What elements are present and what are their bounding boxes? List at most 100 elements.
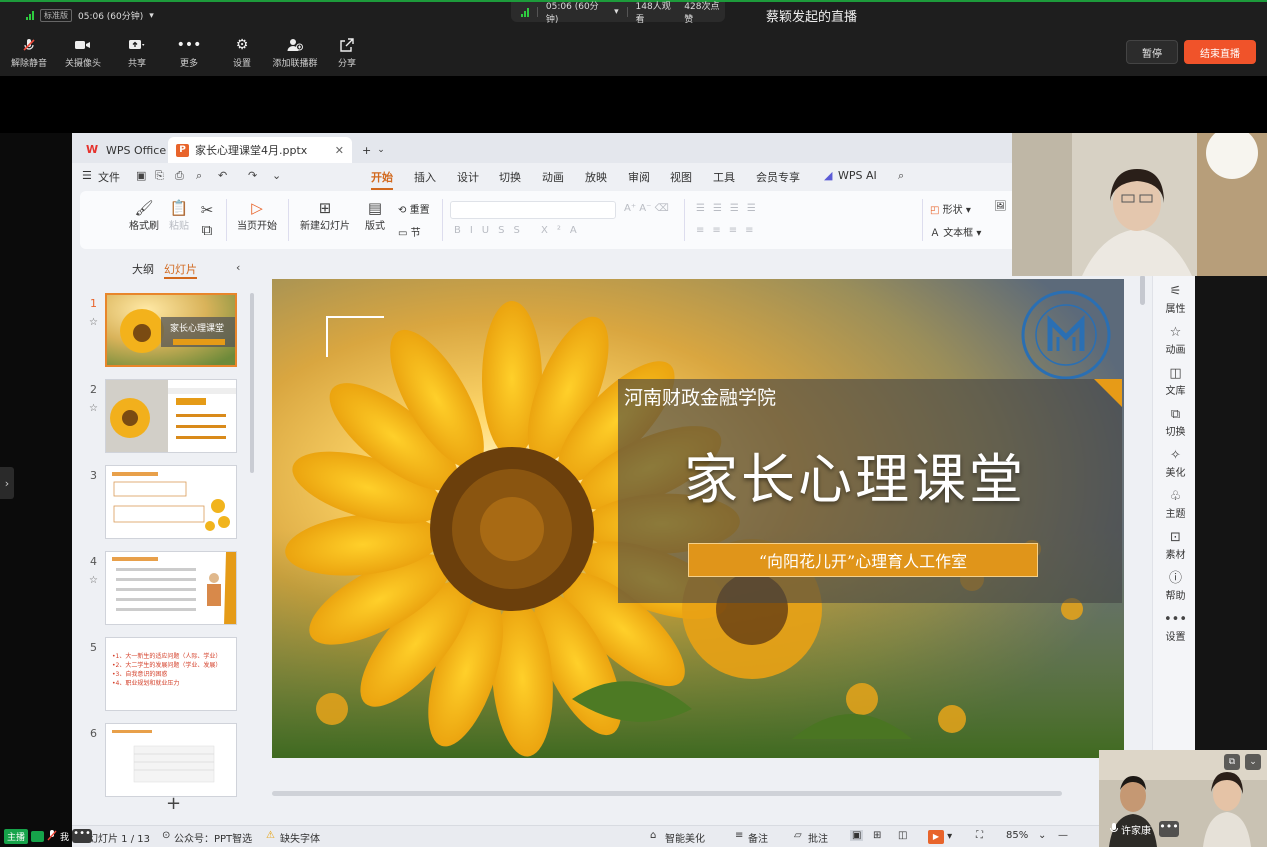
preview-icon[interactable]: ⌕ (196, 169, 202, 183)
chevron-down-icon[interactable]: ⌄ (1038, 830, 1046, 841)
collapse-panel-icon[interactable]: ‹ (236, 261, 240, 274)
menu-file[interactable]: 文件 (98, 169, 120, 185)
share-button[interactable]: 分享 (321, 37, 373, 69)
pip-icon[interactable]: ⧉ (1224, 754, 1240, 770)
grid-view-icon[interactable]: ⊞ (873, 830, 881, 841)
chevron-down-icon[interactable]: ⌄ (377, 145, 385, 155)
host-more-button[interactable]: ••• (72, 829, 93, 843)
slide-thumbnail[interactable] (105, 551, 237, 625)
pause-button[interactable]: 暂停 (1126, 40, 1178, 64)
menu-animation[interactable]: 动画 (542, 169, 564, 185)
textbox-button[interactable]: Ａ 文本框 ▾ (930, 224, 981, 239)
cut-button[interactable]: ✂ (198, 201, 216, 219)
format-painter-button[interactable]: 🖌 格式刷 (124, 199, 164, 232)
paste-button[interactable]: 📋 粘贴 (164, 199, 194, 232)
beautify-button[interactable]: ✧ 美化 (1153, 448, 1198, 479)
star-icon[interactable]: ☆ (89, 575, 98, 586)
save-icon[interactable]: ▣ (136, 169, 146, 182)
zoom-out-button[interactable]: — (1058, 830, 1068, 841)
star-icon[interactable]: ☆ (89, 317, 98, 328)
section-button[interactable]: ▭ 节 (398, 224, 436, 239)
export-icon[interactable]: ⎘ (155, 169, 164, 183)
animation-button[interactable]: ☆ 动画 (1153, 325, 1198, 356)
star-icon[interactable]: ☆ (89, 403, 98, 414)
slide-thumbnail[interactable] (105, 465, 237, 539)
smart-beautify-button[interactable]: 智能美化 (665, 830, 705, 845)
vertical-scrollbar[interactable] (1140, 275, 1145, 305)
transition-button[interactable]: ⧉ 切换 (1153, 407, 1198, 438)
settings-button[interactable]: ⚙ 设置 (216, 37, 268, 69)
share-screen-button[interactable]: 共享 (111, 37, 163, 69)
menu-insert[interactable]: 插入 (414, 169, 436, 185)
chevron-down-icon[interactable]: ⌄ (272, 169, 281, 182)
menu-slideshow[interactable]: 放映 (585, 169, 607, 185)
menu-tools[interactable]: 工具 (713, 169, 735, 185)
fit-window-icon[interactable]: ⛶ (976, 830, 983, 841)
chevron-down-icon[interactable]: ▾ (614, 7, 619, 17)
close-icon[interactable]: ✕ (335, 144, 344, 157)
search-icon[interactable]: ⌕ (898, 169, 904, 183)
notes-button[interactable]: 备注 (748, 830, 768, 845)
add-slide-button[interactable]: + (166, 793, 181, 814)
assets-button[interactable]: ⊡ 素材 (1153, 530, 1198, 561)
end-live-button[interactable]: 结束直播 (1184, 40, 1256, 64)
layout-button[interactable]: ▤ 版式 (360, 199, 390, 232)
redo-icon[interactable]: ↷ (248, 169, 257, 182)
print-icon[interactable]: ⎙ (175, 169, 184, 183)
reading-view-icon[interactable]: ◫ (898, 830, 907, 841)
camera-off-button[interactable]: 关摄像头 (57, 37, 109, 69)
tab-outline[interactable]: 大纲 (132, 261, 154, 279)
panel-scrollbar[interactable] (250, 293, 254, 473)
slide-thumbnail[interactable]: •1、大一新生的适应问题（人际、学业） •2、大二学生的发展问题（学业、发展） … (105, 637, 237, 711)
normal-view-icon[interactable]: ▣ (850, 830, 864, 841)
undo-icon[interactable]: ↶ (218, 169, 227, 182)
menu-design[interactable]: 设计 (457, 169, 479, 185)
tab-wps-home[interactable]: W WPS Office (78, 137, 174, 163)
menu-transition[interactable]: 切换 (499, 169, 521, 185)
play-current-button[interactable]: ▷ 当页开始 (230, 199, 284, 232)
tab-slides[interactable]: 幻灯片 (164, 261, 197, 279)
participant-label: 许家康 (1110, 822, 1151, 837)
panel-settings-button[interactable]: ••• 设置 (1153, 612, 1198, 643)
menu-home[interactable]: 开始 (371, 169, 393, 190)
current-slide[interactable]: 河南财政金融学院 家长心理课堂 “向阳花儿开”心理育人工作室 (272, 279, 1124, 758)
paragraph-buttons[interactable]: ☰☰☰☰ (696, 203, 764, 214)
new-tab-button[interactable]: + ⌄ (354, 137, 393, 163)
menu-wps-ai[interactable]: WPS AI (838, 169, 877, 182)
menu-view[interactable]: 视图 (670, 169, 692, 185)
slide-thumbnail[interactable] (105, 723, 237, 797)
font-size-controls[interactable]: A⁺ A⁻ ⌫ (624, 203, 669, 214)
shape-button[interactable]: ◰ 形状 ▾ (930, 201, 971, 216)
add-group-button[interactable]: 添加联播群 (269, 37, 321, 69)
library-button[interactable]: ◫ 文库 (1153, 366, 1198, 397)
slide-thumbnail[interactable]: 家长心理课堂 (105, 293, 237, 367)
menu-member[interactable]: 会员专享 (756, 169, 800, 185)
properties-button[interactable]: ⚟ 属性 (1153, 284, 1198, 315)
chat-icon[interactable] (31, 830, 45, 842)
new-slide-button[interactable]: ⊞ 新建幻灯片 (294, 199, 356, 232)
chevron-down-icon[interactable]: ▾ (149, 11, 154, 21)
chevron-right-icon[interactable]: › (0, 467, 14, 499)
participant-more-button[interactable]: ••• (1159, 821, 1179, 837)
account-label[interactable]: 公众号：PPT智选 (174, 830, 252, 845)
reset-button[interactable]: ⟲ 重置 (398, 201, 436, 216)
horizontal-scrollbar[interactable] (272, 791, 1062, 796)
unmute-button[interactable]: 解除静音 (3, 37, 55, 69)
menu-review[interactable]: 审阅 (628, 169, 650, 185)
collapse-icon[interactable]: ⌄ (1245, 754, 1261, 770)
zoom-level[interactable]: 85% (1006, 830, 1028, 841)
slide-thumbnail[interactable] (105, 379, 237, 453)
align-buttons[interactable]: ≡≡≡≡ (696, 225, 762, 236)
hamburger-icon[interactable]: ☰ (82, 169, 92, 182)
copy-button[interactable]: ⧉ (198, 221, 216, 239)
tab-document[interactable]: P 家长心理课堂4月.pptx ✕ (168, 137, 352, 163)
more-button[interactable]: ••• 更多 (163, 37, 215, 69)
font-style-buttons[interactable]: BIUSS X²A (454, 225, 586, 236)
picture-button[interactable]: 🖼 (994, 201, 1007, 212)
comments-button[interactable]: 批注 (808, 830, 828, 845)
slideshow-button[interactable]: ▶ ▾ (928, 830, 952, 844)
theme-button[interactable]: ♧ 主题 (1153, 489, 1198, 520)
help-button[interactable]: ⓘ 帮助 (1153, 571, 1198, 602)
missing-font-button[interactable]: 缺失字体 (280, 830, 320, 845)
font-name-select[interactable] (450, 201, 616, 219)
